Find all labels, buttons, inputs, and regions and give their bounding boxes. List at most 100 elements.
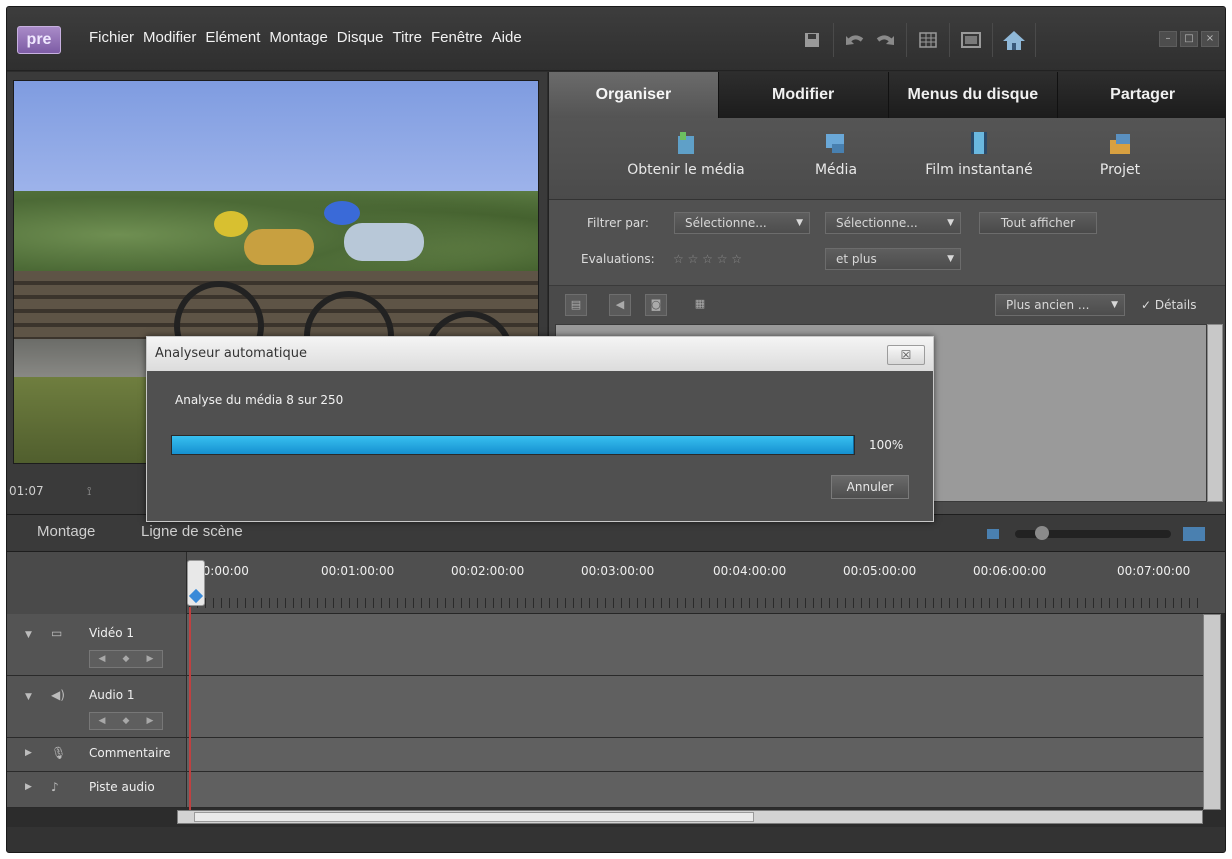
- tab-organiser[interactable]: Organiser: [549, 72, 719, 118]
- menu-disque[interactable]: Disque: [337, 29, 384, 46]
- fullscreen-icon[interactable]: [956, 26, 986, 54]
- expand-arrow-icon[interactable]: ▼: [25, 630, 32, 640]
- media-list-scrollbar[interactable]: [1207, 324, 1223, 502]
- view-toolbar: ▤ ◀ ◙ ▦ Plus ancien ... ▼ ✓ Détails: [549, 286, 1225, 322]
- dialog-title: Analyseur automatique: [147, 337, 933, 371]
- project-label: Projet: [1099, 162, 1141, 178]
- timecode-6: 00:06:00:00: [973, 564, 1047, 578]
- get-media-button[interactable]: Obtenir le média: [621, 130, 751, 178]
- project-icon: [1108, 130, 1132, 156]
- grid-layout-icon[interactable]: [913, 26, 943, 54]
- microphone-icon: 🎙: [51, 746, 67, 760]
- tab-ligne-de-scene[interactable]: Ligne de scène: [141, 523, 243, 540]
- sort-value: Plus ancien ...: [1006, 298, 1090, 312]
- instant-movie-label: Film instantané: [925, 162, 1033, 178]
- filter-dropdown-2[interactable]: Sélectionne... ▼: [825, 212, 961, 234]
- maximize-icon[interactable]: □: [1180, 31, 1198, 47]
- image-filter-icon[interactable]: ◙: [645, 294, 667, 316]
- collapse-arrow-icon[interactable]: ▶: [25, 748, 32, 758]
- track-name-commentaire: Commentaire: [89, 746, 171, 760]
- cancel-button[interactable]: Annuler: [831, 475, 909, 499]
- timecode-1: 00:01:00:00: [321, 564, 395, 578]
- dialog-message: Analyse du média 8 sur 250: [175, 393, 344, 407]
- timecode-4: 00:04:00:00: [713, 564, 787, 578]
- timecode-7: 00:07:00:00: [1117, 564, 1191, 578]
- home-icon[interactable]: [999, 26, 1029, 54]
- keyframe-controls-audio[interactable]: ◀ ◆ ▶: [89, 712, 163, 730]
- video-filter-icon[interactable]: ▤: [565, 294, 587, 316]
- save-icon[interactable]: [797, 26, 827, 54]
- menu-element[interactable]: Elément: [205, 29, 260, 46]
- filter-area: Filtrer par: Sélectionne... ▼ Sélectionne…: [549, 200, 1225, 286]
- timeline-ruler[interactable]: 00:00:00 00:01:00:00 00:02:00:00 00:03:0…: [7, 552, 1225, 614]
- timeline-horizontal-scrollbar[interactable]: [177, 810, 1203, 824]
- menu-fenetre[interactable]: Fenêtre: [431, 29, 483, 46]
- rating-mode-dropdown[interactable]: et plus ▼: [825, 248, 961, 270]
- filter-dropdown-1[interactable]: Sélectionne... ▼: [674, 212, 810, 234]
- track-header-audio-1: ▼ ◀) Audio 1 ◀ ◆ ▶: [7, 676, 187, 737]
- timeline-vertical-scrollbar[interactable]: [1203, 614, 1221, 810]
- playhead-line: [189, 607, 191, 811]
- minimize-icon[interactable]: –: [1159, 31, 1177, 47]
- dialog-close-button[interactable]: ☒: [887, 345, 925, 365]
- menu-montage[interactable]: Montage: [269, 29, 327, 46]
- playhead-handle[interactable]: [187, 560, 205, 606]
- track-video-1[interactable]: ▼ ▭ Vidéo 1 ◀ ◆ ▶: [7, 614, 1203, 676]
- trim-icon[interactable]: ⟟: [87, 484, 91, 499]
- get-media-label: Obtenir le média: [627, 162, 745, 178]
- progress-fill: [172, 436, 854, 454]
- track-name-piste-audio: Piste audio: [89, 780, 155, 794]
- close-icon[interactable]: ×: [1201, 31, 1219, 47]
- menu-aide[interactable]: Aide: [492, 29, 522, 46]
- tasks-tabs: Organiser Modifier Menus du disque Parta…: [549, 72, 1225, 118]
- audio-filter-icon[interactable]: ◀: [609, 294, 631, 316]
- rating-mode-value: et plus: [836, 252, 877, 266]
- zoom-out-icon[interactable]: [987, 529, 999, 539]
- tab-partager[interactable]: Partager: [1058, 72, 1225, 118]
- project-button[interactable]: Projet: [1085, 130, 1155, 178]
- collapse-arrow-icon[interactable]: ▶: [25, 782, 32, 792]
- undo-icon[interactable]: [840, 26, 870, 54]
- organiser-tools: Obtenir le média Média Film instantané P…: [549, 118, 1225, 200]
- tab-montage[interactable]: Montage: [37, 523, 95, 540]
- menu-modifier[interactable]: Modifier: [143, 29, 196, 46]
- tab-menus-du-disque[interactable]: Menus du disque: [888, 72, 1059, 118]
- track-name-video-1: Vidéo 1: [89, 626, 135, 640]
- ruler-ticks: [189, 598, 1203, 608]
- track-piste-audio[interactable]: ▶ ♪ Piste audio: [7, 772, 1203, 808]
- window-controls: – □ ×: [1159, 31, 1219, 47]
- track-header-commentaire: ▶ 🎙 Commentaire: [7, 738, 187, 771]
- redo-icon[interactable]: [870, 26, 900, 54]
- auto-analyzer-dialog: Analyseur automatique ☒ Analyse du média…: [146, 336, 934, 522]
- details-checkbox[interactable]: ✓ Détails: [1141, 298, 1196, 312]
- timeline-zoom-thumb[interactable]: [1035, 526, 1049, 540]
- menu-fichier[interactable]: Fichier: [89, 29, 134, 46]
- ruler-left-area: [7, 552, 187, 614]
- tab-modifier[interactable]: Modifier: [718, 72, 889, 118]
- menu-titre[interactable]: Titre: [392, 29, 421, 46]
- get-media-icon: [674, 130, 698, 156]
- grid-view-icon[interactable]: ▦: [689, 294, 711, 316]
- track-header-video-1: ▼ ▭ Vidéo 1 ◀ ◆ ▶: [7, 614, 187, 675]
- filter-dropdown-2-value: Sélectionne...: [836, 216, 918, 230]
- speaker-icon: ◀): [51, 688, 65, 702]
- ratings-label: Evaluations:: [581, 252, 655, 266]
- details-label: Détails: [1154, 298, 1197, 312]
- show-all-button[interactable]: Tout afficher: [979, 212, 1097, 234]
- progress-bar: [171, 435, 855, 455]
- instant-movie-icon: [967, 130, 991, 156]
- status-bar: [7, 827, 1225, 852]
- sort-dropdown[interactable]: Plus ancien ... ▼: [995, 294, 1125, 316]
- menubar: pre Fichier Modifier Elément Montage Dis…: [7, 7, 1225, 71]
- expand-arrow-icon[interactable]: ▼: [25, 692, 32, 702]
- track-audio-1[interactable]: ▼ ◀) Audio 1 ◀ ◆ ▶: [7, 676, 1203, 738]
- rating-stars[interactable]: ☆ ☆ ☆ ☆ ☆: [673, 252, 742, 266]
- track-commentaire[interactable]: ▶ 🎙 Commentaire: [7, 738, 1203, 772]
- timecode-3: 00:03:00:00: [581, 564, 655, 578]
- keyframe-controls-video[interactable]: ◀ ◆ ▶: [89, 650, 163, 668]
- media-button[interactable]: Média: [801, 130, 871, 178]
- media-icon: [824, 130, 848, 156]
- zoom-in-icon[interactable]: [1183, 527, 1205, 541]
- filter-dropdown-1-value: Sélectionne...: [685, 216, 767, 230]
- instant-movie-button[interactable]: Film instantané: [907, 130, 1051, 178]
